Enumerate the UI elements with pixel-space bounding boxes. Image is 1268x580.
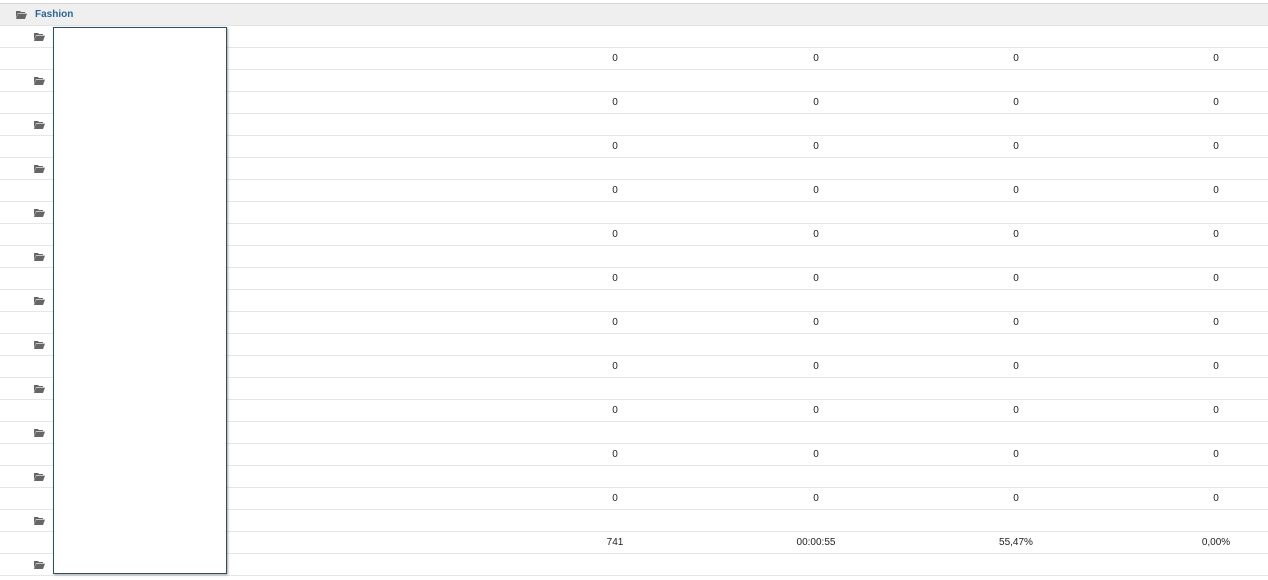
metric-cell-c4: 0 (1213, 141, 1219, 152)
metric-cell-c2: 0 (813, 141, 819, 152)
metric-cell-c1: 0 (612, 493, 618, 504)
metric-cell-c3: 0 (1013, 273, 1019, 284)
metric-cell-c3: 0 (1013, 53, 1019, 64)
metric-cell-c4: 0 (1213, 493, 1219, 504)
metric-cell-c2: 0 (813, 449, 819, 460)
metric-cell-c1: 0 (612, 97, 618, 108)
metric-cell-c1: 0 (612, 317, 618, 328)
metric-cell-c4: 0 (1213, 405, 1219, 416)
folder-open-icon (34, 341, 45, 349)
metric-cell-c1: 741 (606, 537, 624, 548)
metric-cell-c3: 0 (1013, 405, 1019, 416)
metric-cell-c1: 0 (612, 273, 618, 284)
metric-cell-c1: 0 (612, 185, 618, 196)
metric-cell-c4: 0 (1213, 361, 1219, 372)
metric-cell-c2: 0 (813, 97, 819, 108)
metric-cell-c1: 0 (612, 53, 618, 64)
metric-cell-c3: 0 (1013, 493, 1019, 504)
metric-cell-c4: 0 (1213, 317, 1219, 328)
folder-open-icon (16, 11, 27, 19)
metric-cell-c1: 0 (612, 405, 618, 416)
metric-cell-c3: 0 (1013, 97, 1019, 108)
metric-cell-c2: 0 (813, 53, 819, 64)
metric-cell-c2: 0 (813, 493, 819, 504)
metric-cell-c1: 0 (612, 229, 618, 240)
folder-open-icon (34, 561, 45, 569)
metric-cell-c2: 0 (813, 317, 819, 328)
folder-open-icon (34, 385, 45, 393)
metric-cell-c2: 00:00:55 (796, 537, 836, 548)
metric-cell-c1: 0 (612, 449, 618, 460)
metric-cell-c3: 0 (1013, 229, 1019, 240)
metric-cell-c3: 0 (1013, 449, 1019, 460)
metric-cell-c4: 0 (1213, 273, 1219, 284)
metric-cell-c4: 0,00% (1201, 537, 1231, 548)
metric-cell-c4: 0 (1213, 185, 1219, 196)
metric-cell-c2: 0 (813, 273, 819, 284)
folder-open-icon (34, 297, 45, 305)
group-row-fashion[interactable]: Fashion (0, 4, 1268, 26)
folder-open-icon (34, 121, 45, 129)
redacted-labels-panel (53, 27, 227, 574)
metric-cell-c4: 0 (1213, 229, 1219, 240)
folder-open-icon (34, 429, 45, 437)
metric-cell-c2: 0 (813, 361, 819, 372)
folder-open-icon (34, 253, 45, 261)
folder-open-icon (34, 165, 45, 173)
metric-cell-c2: 0 (813, 229, 819, 240)
folder-open-icon (34, 33, 45, 41)
metric-cell-c3: 55,47% (999, 537, 1033, 548)
metric-cell-c4: 0 (1213, 449, 1219, 460)
metric-cell-c2: 0 (813, 405, 819, 416)
metric-cell-c3: 0 (1013, 141, 1019, 152)
group-label[interactable]: Fashion (35, 9, 73, 21)
metric-cell-c3: 0 (1013, 317, 1019, 328)
folder-open-icon (34, 209, 45, 217)
metric-cell-c1: 0 (612, 141, 618, 152)
metric-cell-c3: 0 (1013, 361, 1019, 372)
metric-cell-c3: 0 (1013, 185, 1019, 196)
metric-cell-c4: 0 (1213, 53, 1219, 64)
metric-cell-c1: 0 (612, 361, 618, 372)
folder-open-icon (34, 473, 45, 481)
folder-open-icon (34, 517, 45, 525)
folder-open-icon (34, 77, 45, 85)
metric-cell-c4: 0 (1213, 97, 1219, 108)
metric-cell-c2: 0 (813, 185, 819, 196)
